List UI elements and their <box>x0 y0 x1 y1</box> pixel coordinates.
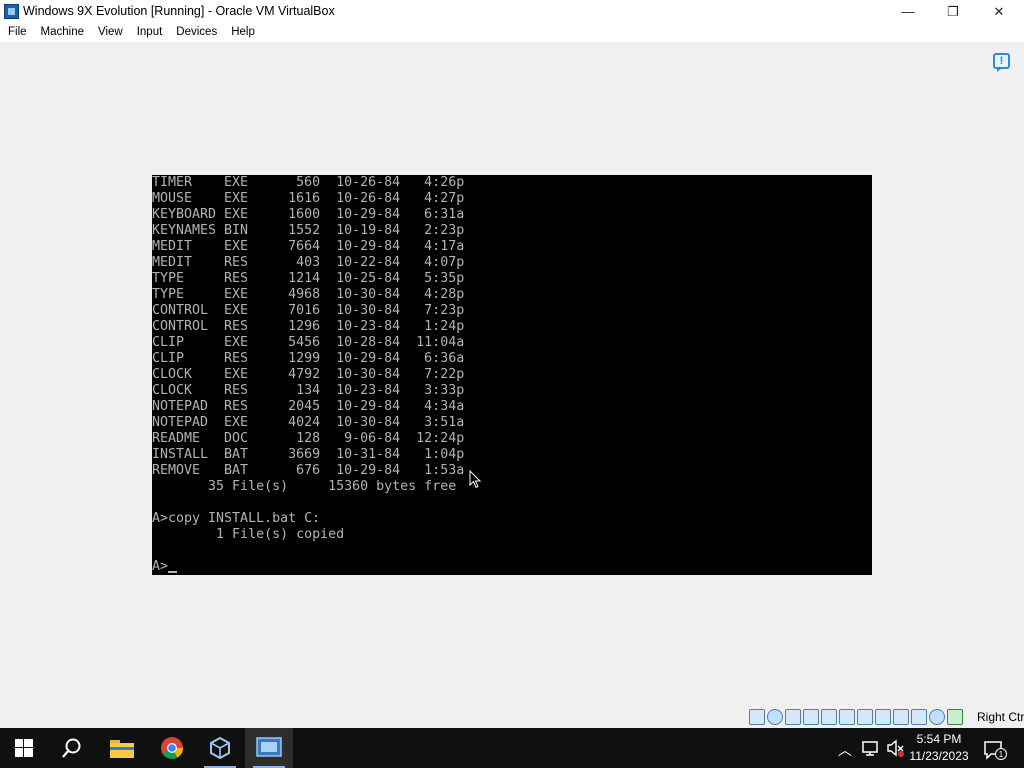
mouse-integration-icon[interactable] <box>947 709 963 725</box>
action-center-icon[interactable]: 1 <box>983 740 1007 760</box>
dir-listing-row: CLOCK RES 134 10-23-84 3:33p <box>152 383 465 398</box>
window-title: Windows 9X Evolution [Running] - Oracle … <box>23 4 335 18</box>
optical-drive-icon[interactable] <box>767 709 783 725</box>
title-bar: Windows 9X Evolution [Running] - Oracle … <box>0 0 1024 23</box>
menu-file[interactable]: File <box>1 23 34 42</box>
notification-icon[interactable]: ! <box>993 53 1010 72</box>
display-icon[interactable] <box>875 709 891 725</box>
search-icon <box>62 738 81 758</box>
dir-listing-row: TIMER EXE 560 10-26-84 4:26p <box>152 175 465 190</box>
dir-listing-row: INSTALL BAT 3669 10-31-84 1:04p <box>152 447 465 462</box>
show-hidden-icons-chevron-icon[interactable]: ︿ <box>838 740 852 760</box>
dir-listing-row: NOTEPAD EXE 4024 10-30-84 3:51a <box>152 415 465 430</box>
usb-icon[interactable] <box>839 709 855 725</box>
cpu-icon[interactable] <box>929 709 945 725</box>
chrome-icon[interactable] <box>148 728 196 768</box>
menu-view[interactable]: View <box>91 23 130 42</box>
menu-input[interactable]: Input <box>130 23 170 42</box>
dir-listing-row: TYPE EXE 4968 10-30-84 4:28p <box>152 287 465 302</box>
notification-count: 1 <box>999 750 1004 759</box>
network-icon[interactable] <box>821 709 837 725</box>
start-button[interactable] <box>0 728 48 768</box>
dir-listing-row: README DOC 128 9-06-84 12:24p <box>152 431 465 446</box>
video-capture-icon[interactable] <box>893 709 909 725</box>
shared-folders-icon[interactable] <box>857 709 873 725</box>
dos-prompt[interactable]: A> <box>152 559 178 575</box>
hard-disk-icon[interactable] <box>749 709 765 725</box>
vm-status-bar: Right Ctrl <box>0 706 1024 728</box>
dir-listing-row: CLOCK EXE 4792 10-30-84 7:22p <box>152 367 465 382</box>
close-button[interactable]: ✕ <box>976 0 1022 23</box>
virtualbox-vm-icon <box>4 4 19 19</box>
text-cursor <box>168 571 178 573</box>
clock-time[interactable]: 5:54 PM <box>902 732 976 746</box>
network-tray-icon[interactable] <box>862 740 880 756</box>
dos-console[interactable]: TIMER EXE 560 10-26-84 4:26p MOUSE EXE 16… <box>152 175 872 575</box>
recording-icon[interactable] <box>911 709 927 725</box>
copy-result: 1 File(s) copied <box>152 527 345 542</box>
dir-listing-row: CLIP EXE 5456 10-28-84 11:04a <box>152 335 465 350</box>
dir-listing-row: REMOVE BAT 676 10-29-84 1:53a <box>152 463 465 478</box>
menu-machine[interactable]: Machine <box>34 23 91 42</box>
dir-listing-row: CLIP RES 1299 10-29-84 6:36a <box>152 351 465 366</box>
menu-bar: File Machine View Input Devices Help <box>0 23 1024 42</box>
dir-listing-row: CONTROL EXE 7016 10-30-84 7:23p <box>152 303 465 318</box>
minimize-button[interactable]: — <box>885 0 931 23</box>
dir-listing-row: CONTROL RES 1296 10-23-84 1:24p <box>152 319 465 334</box>
dir-listing-row: MOUSE EXE 1616 10-26-84 4:27p <box>152 191 465 206</box>
virtual-machine-icon[interactable] <box>245 728 293 768</box>
menu-devices[interactable]: Devices <box>169 23 224 42</box>
dir-listing-row: NOTEPAD RES 2045 10-29-84 4:34a <box>152 399 465 414</box>
dir-listing-row: KEYNAMES BIN 1552 10-19-84 2:23p <box>152 223 465 238</box>
audio-icon[interactable] <box>803 709 819 725</box>
file-explorer-icon[interactable] <box>98 728 146 768</box>
mouse-pointer-icon <box>469 470 481 489</box>
dir-summary: 35 File(s) 15360 bytes free <box>152 479 457 494</box>
windows-logo-icon <box>15 739 33 757</box>
virtualbox-manager-icon[interactable] <box>196 728 244 768</box>
dir-listing-row: MEDIT RES 403 10-22-84 4:07p <box>152 255 465 270</box>
clock-date[interactable]: 11/23/2023 <box>902 749 976 763</box>
search-button[interactable] <box>48 728 96 768</box>
dir-listing-row: MEDIT EXE 7664 10-29-84 4:17a <box>152 239 465 254</box>
host-key-label: Right Ctrl <box>977 710 1024 724</box>
floppy-icon[interactable] <box>785 709 801 725</box>
menu-help[interactable]: Help <box>224 23 262 42</box>
maximize-button[interactable]: ❐ <box>930 0 976 23</box>
dos-command: A>copy INSTALL.bat C: <box>152 511 321 526</box>
prompt-text: A> <box>152 559 169 574</box>
dir-listing-row: TYPE RES 1214 10-25-84 5:35p <box>152 271 465 286</box>
dir-listing-row: KEYBOARD EXE 1600 10-29-84 6:31a <box>152 207 465 222</box>
